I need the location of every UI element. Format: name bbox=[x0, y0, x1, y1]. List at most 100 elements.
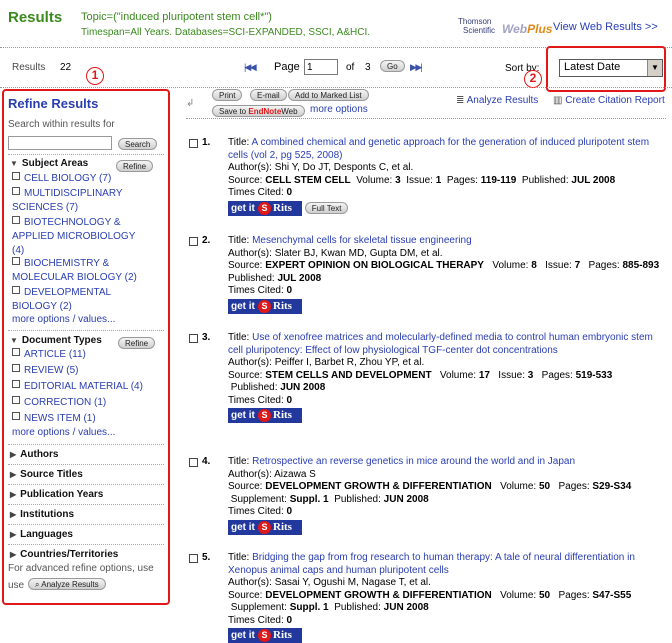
record-authors: Aizawa S bbox=[274, 468, 316, 480]
page-number-input[interactable] bbox=[304, 59, 338, 75]
collapsed-triangle-icon: ▶ bbox=[10, 510, 17, 519]
publication-years-heading[interactable]: ▶ Publication Years bbox=[10, 489, 103, 500]
record-checkbox[interactable] bbox=[189, 458, 198, 467]
create-citation-report-link[interactable]: ▥ Create Citation Report bbox=[553, 95, 665, 106]
collapsed-triangle-icon: ▶ bbox=[10, 450, 17, 459]
doctype-more-options-link[interactable]: more options / values... bbox=[12, 426, 115, 440]
search-within-label: Search within results for bbox=[8, 119, 115, 130]
record-checkbox[interactable] bbox=[189, 554, 198, 563]
page-of-label: of bbox=[346, 62, 355, 73]
go-button[interactable]: Go bbox=[380, 60, 405, 72]
first-previous-page-icon[interactable]: |◀ ◀ bbox=[244, 62, 257, 73]
search-timespan: Timespan=All Years. Databases=SCI-EXPAND… bbox=[81, 27, 371, 38]
record-checkbox[interactable] bbox=[189, 139, 198, 148]
expand-triangle-icon: ▼ bbox=[10, 159, 18, 168]
advanced-refine-text: For advanced refine options, use bbox=[8, 563, 154, 574]
rits-logo-icon: S bbox=[258, 299, 271, 313]
authors-heading[interactable]: ▶ Authors bbox=[10, 449, 59, 460]
subject-more-options-link[interactable]: more options / values... bbox=[12, 313, 115, 327]
languages-heading[interactable]: ▶ Languages bbox=[10, 529, 73, 540]
record-title-link[interactable]: Use of xenofree matrices and molecularly… bbox=[228, 332, 653, 356]
page-title: Results bbox=[8, 9, 63, 26]
getit-rits-button[interactable]: get it S Rits bbox=[228, 519, 302, 535]
rits-logo-icon: S bbox=[258, 629, 271, 642]
divider bbox=[0, 87, 672, 88]
refine-doctype-button[interactable]: Refine bbox=[118, 337, 156, 349]
sort-select[interactable]: Latest Date ▼ bbox=[559, 59, 663, 77]
record-title-link[interactable]: A combined chemical and genetic approach… bbox=[228, 137, 649, 161]
record-number: 1. bbox=[202, 137, 211, 148]
checkbox[interactable] bbox=[12, 380, 20, 388]
document-types-heading[interactable]: ▼ Document Types bbox=[10, 335, 102, 346]
checkbox[interactable] bbox=[12, 364, 20, 372]
record-number: 3. bbox=[202, 332, 211, 343]
record-authors: Peiffer I, Barbet R, Zhou YP, et al. bbox=[274, 357, 425, 368]
webplus-logo[interactable]: Thomson Scientific WebPlus bbox=[455, 17, 552, 39]
annotation-marker-2: 2 bbox=[524, 70, 542, 88]
record-title-link[interactable]: Retrospective an reverse genetics in mic… bbox=[252, 456, 575, 467]
divider bbox=[8, 484, 164, 485]
record-checkbox[interactable] bbox=[189, 237, 198, 246]
source-titles-heading[interactable]: ▶ Source Titles bbox=[10, 469, 83, 480]
search-within-input[interactable] bbox=[8, 136, 112, 150]
getit-rits-button[interactable]: get it S Rits bbox=[228, 200, 302, 216]
collapsed-triangle-icon: ▶ bbox=[10, 530, 17, 539]
refine-subject-button[interactable]: Refine bbox=[116, 160, 154, 172]
facet-item[interactable]: ARTICLE (11) bbox=[12, 348, 86, 362]
record-title-link[interactable]: Mesenchymal cells for skeletal tissue en… bbox=[252, 235, 472, 246]
facet-item[interactable]: CORRECTION (1) bbox=[12, 396, 106, 410]
getit-rits-button[interactable]: get it S Rits bbox=[228, 408, 302, 423]
divider bbox=[8, 330, 164, 331]
facet-item[interactable]: CELL BIOLOGY (7) bbox=[12, 172, 162, 186]
checkbox[interactable] bbox=[12, 257, 20, 265]
search-topic: Topic=("induced pluripotent stem cell*") bbox=[81, 11, 272, 23]
subject-areas-heading[interactable]: ▼ Subject Areas bbox=[10, 158, 88, 169]
collapsed-triangle-icon: ▶ bbox=[10, 550, 17, 559]
countries-heading[interactable]: ▶ Countries/Territories bbox=[10, 549, 118, 560]
next-last-page-icon[interactable]: ▶ ▶| bbox=[410, 62, 423, 73]
checkbox[interactable] bbox=[12, 286, 20, 294]
refine-results-title: Refine Results bbox=[8, 96, 99, 111]
sort-select-value: Latest Date bbox=[564, 61, 621, 73]
facet-item[interactable]: BIOCHEMISTRY & MOLECULAR BIOLOGY (2) bbox=[12, 257, 162, 285]
divider bbox=[8, 444, 164, 445]
collapsed-triangle-icon: ▶ bbox=[10, 470, 17, 479]
facet-item[interactable]: REVIEW (5) bbox=[12, 364, 78, 378]
select-arrow-icon: ↲ bbox=[186, 98, 195, 109]
email-button[interactable]: E-mail bbox=[250, 89, 287, 101]
getit-rits-button[interactable]: get it S Rits bbox=[228, 628, 302, 643]
full-text-button[interactable]: Full Text bbox=[304, 201, 349, 214]
facet-item[interactable]: EDITORIAL MATERIAL (4) bbox=[12, 380, 143, 394]
getit-rits-button[interactable]: get it S Rits bbox=[228, 298, 302, 314]
checkbox[interactable] bbox=[12, 172, 20, 180]
checkbox[interactable] bbox=[12, 187, 20, 195]
checkbox[interactable] bbox=[12, 216, 20, 224]
record-checkbox[interactable] bbox=[189, 334, 198, 343]
results-label: Results bbox=[12, 62, 46, 73]
analyze-results-link[interactable]: ≣ Analyze Results bbox=[456, 95, 538, 106]
record-authors: Sasai Y, Ogushi M, Nagase T, et al. bbox=[274, 577, 431, 588]
save-to-endnote-button[interactable]: Save to EndNoteWeb bbox=[212, 105, 305, 117]
facet-item[interactable]: MULTIDISCIPLINARY SCIENCES (7) bbox=[12, 187, 132, 215]
checkbox[interactable] bbox=[12, 348, 20, 356]
dropdown-arrow-icon[interactable]: ▼ bbox=[647, 60, 662, 76]
search-button[interactable]: Search bbox=[118, 138, 158, 150]
add-to-marked-list-button[interactable]: Add to Marked List bbox=[288, 89, 369, 101]
facet-item[interactable]: DEVELOPMENTAL BIOLOGY (2) bbox=[12, 286, 122, 314]
record-title-link[interactable]: Bridging the gap from frog research to h… bbox=[228, 552, 635, 576]
annotation-marker-1: 1 bbox=[86, 67, 104, 85]
facet-item[interactable]: BIOTECHNOLOGY & APPLIED MICROBIOLOGY (4) bbox=[12, 216, 136, 258]
analyze-results-button[interactable]: ⌕ Analyze Results bbox=[28, 578, 106, 590]
results-count: 22 bbox=[60, 62, 72, 73]
facet-item[interactable]: NEWS ITEM (1) bbox=[12, 412, 96, 426]
institutions-heading[interactable]: ▶ Institutions bbox=[10, 509, 74, 520]
rits-logo-icon: S bbox=[258, 520, 271, 534]
divider bbox=[186, 118, 666, 119]
checkbox[interactable] bbox=[12, 396, 20, 404]
expand-triangle-icon: ▼ bbox=[10, 336, 18, 345]
print-button[interactable]: Print bbox=[212, 89, 243, 101]
view-web-results-link[interactable]: View Web Results >> bbox=[553, 21, 658, 33]
more-options-link[interactable]: more options bbox=[310, 104, 368, 115]
use-label: use bbox=[8, 580, 25, 591]
checkbox[interactable] bbox=[12, 412, 20, 420]
